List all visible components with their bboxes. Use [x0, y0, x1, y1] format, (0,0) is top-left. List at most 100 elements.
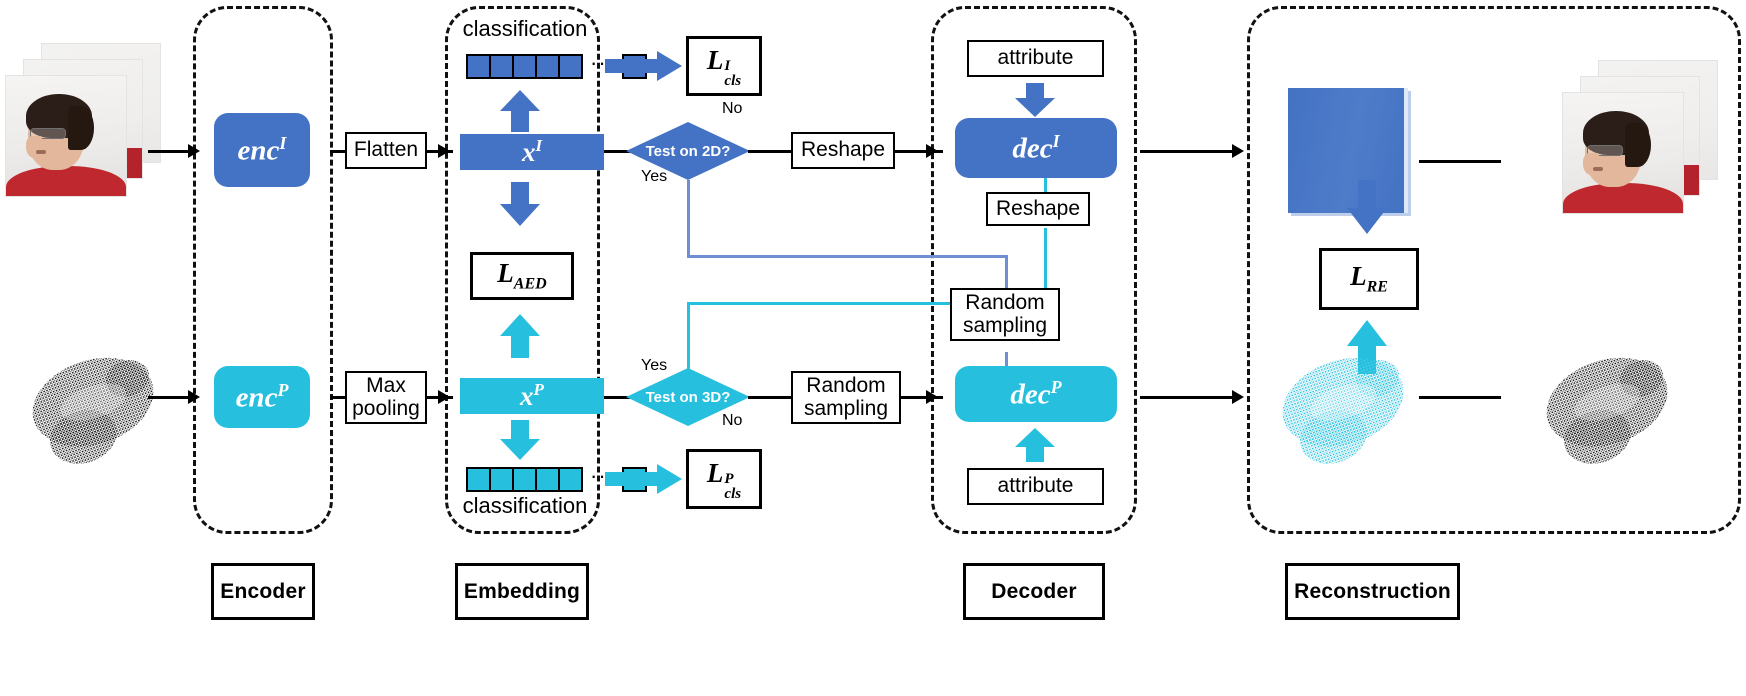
- line-recon-image-to-gt-image: [1419, 160, 1501, 163]
- input-point-cloud-svg: [32, 357, 154, 464]
- loss-cls-image-label: L Icls: [706, 44, 742, 89]
- random-sampling-bottom-line1: Random: [806, 374, 886, 398]
- stage-label-decoder-text: Decoder: [991, 579, 1077, 603]
- ground-truth-face-image: [1560, 60, 1735, 214]
- arrow-decoder-point-to-reconstruction-head: [1232, 390, 1244, 404]
- decision-3d-no-label: No: [722, 412, 743, 429]
- random-sampling-bottom-box: Random sampling: [791, 371, 901, 424]
- classification-cell: [558, 467, 583, 492]
- classification-cell: [512, 54, 537, 79]
- encoder-point-label: encP: [235, 379, 289, 414]
- stage-label-decoder: Decoder: [963, 563, 1105, 620]
- arrow-flatten-to-embedding-head: [438, 144, 450, 158]
- reconstructed-point-cloud: [1264, 340, 1424, 470]
- embedding-image-vector-label: xI: [521, 136, 543, 167]
- embedding-point-vector-label: xP: [520, 380, 544, 411]
- decoder-image-block: decI: [955, 118, 1117, 178]
- reshape-inner-box: Reshape: [986, 192, 1090, 226]
- arrow-image-input-to-encoder-line: [148, 150, 190, 153]
- loss-cls-point-label: L Pcls: [706, 457, 742, 502]
- decoder-point-label: decP: [1010, 376, 1062, 411]
- stage-label-reconstruction: Reconstruction: [1285, 563, 1460, 620]
- decision-test-on-2d-label: Test on 2D?: [645, 142, 731, 160]
- encoder-image-label: encI: [237, 132, 287, 167]
- random-sampling-mid-line1: Random: [965, 291, 1045, 315]
- embedding-image-classification-caption: classification: [462, 16, 588, 41]
- classification-cell: [489, 54, 514, 79]
- classification-cell: [489, 467, 514, 492]
- max-pooling-box: Max pooling: [345, 371, 427, 424]
- attribute-top-box: attribute: [967, 40, 1104, 77]
- line-2d-no-to-reshape: [748, 150, 794, 153]
- route-3d-yes-vertical: [687, 302, 690, 370]
- loss-cls-point-box: L Pcls: [686, 449, 762, 509]
- reshape-inner-label: Reshape: [995, 196, 1081, 220]
- arrow-decoder-image-to-reconstruction-head: [1232, 144, 1244, 158]
- decoder-image-label: decI: [1012, 130, 1060, 165]
- diagram-canvas: Encoder Embedding Decoder Reconstruction: [0, 0, 1746, 696]
- arrow-down-point-embedding-to-classification: [498, 418, 542, 467]
- embedding-point-vector: xP: [460, 378, 604, 414]
- classification-cell: [535, 467, 560, 492]
- attribute-bottom-label: attribute: [997, 474, 1074, 498]
- arrow-image-classification-to-loss: [605, 50, 683, 87]
- classification-cell: [535, 54, 560, 79]
- loss-aed-box: LAED: [470, 252, 574, 300]
- random-sampling-bottom-line2: sampling: [803, 396, 889, 420]
- embedding-point-classification-caption: classification: [462, 493, 588, 518]
- reshape-top-box: Reshape: [791, 132, 895, 169]
- max-pooling-label-line2: pooling: [352, 396, 420, 420]
- attribute-bottom-box: attribute: [967, 468, 1104, 505]
- arrow-reshape-to-decoder-image-head: [926, 144, 938, 158]
- reshape-top-label: Reshape: [800, 138, 886, 162]
- reconstructed-point-cloud-svg: [1282, 357, 1404, 464]
- flatten-label: Flatten: [353, 138, 419, 162]
- arrow-down-image-embedding-to-aed: [498, 180, 542, 233]
- classification-cell: [558, 54, 583, 79]
- stage-label-reconstruction-text: Reconstruction: [1294, 579, 1451, 603]
- face-photo-front: [5, 75, 127, 197]
- arrow-maxpool-to-embedding-head: [438, 390, 450, 404]
- route-2d-yes-horizontal: [687, 255, 1008, 258]
- decoder-point-block: decP: [955, 366, 1117, 422]
- encoder-point-block: encP: [214, 366, 310, 428]
- loss-reconstruction-box: LRE: [1319, 248, 1419, 310]
- attribute-top-label: attribute: [997, 46, 1074, 70]
- arrow-attribute-top-to-decoder-image: [1013, 82, 1057, 123]
- ground-truth-point-cloud: [1528, 340, 1688, 470]
- arrow-point-input-to-encoder-head: [188, 390, 200, 404]
- arrow-to-reconstruction-loss-image: [1345, 178, 1389, 241]
- loss-reconstruction-label: LRE: [1350, 261, 1388, 296]
- group-encoder: [193, 6, 333, 534]
- line-decoder-point-to-reconstruction: [1140, 396, 1240, 399]
- stage-label-embedding-text: Embedding: [463, 579, 581, 603]
- arrow-attribute-bottom-to-decoder-point: [1013, 427, 1057, 468]
- stage-label-encoder: Encoder: [211, 563, 315, 620]
- arrow-point-classification-to-loss: [605, 463, 683, 500]
- arrow-up-image-embedding-to-classification: [498, 88, 542, 137]
- line-recon-pointcloud-to-gt-pointcloud: [1419, 396, 1501, 399]
- embedding-image-vector: xI: [460, 134, 604, 170]
- decision-2d-no-label: No: [722, 100, 743, 117]
- decision-2d-yes-label: Yes: [641, 168, 668, 185]
- decision-test-on-3d-label: Test on 3D?: [645, 388, 731, 406]
- arrow-random-sampling-to-decoder-point-head: [926, 390, 938, 404]
- arrow-point-input-to-encoder-line: [148, 396, 190, 399]
- route-2d-yes-vertical: [687, 180, 690, 257]
- classification-cell: [466, 54, 491, 79]
- arrow-image-input-to-encoder-head: [188, 144, 200, 158]
- classification-cell: [466, 467, 491, 492]
- stage-label-encoder-text: Encoder: [220, 579, 306, 603]
- arrow-up-point-embedding-to-aed: [498, 312, 542, 365]
- encoder-image-block: encI: [214, 113, 310, 187]
- loss-aed-label: LAED: [497, 258, 547, 293]
- random-sampling-mid-line2: sampling: [962, 313, 1048, 337]
- stage-label-embedding: Embedding: [455, 563, 589, 620]
- classification-cell: [512, 467, 537, 492]
- random-sampling-mid-box: Random sampling: [950, 288, 1060, 341]
- input-face-image-stack: [3, 43, 178, 197]
- decision-3d-yes-label: Yes: [641, 357, 668, 374]
- flatten-box: Flatten: [345, 132, 427, 169]
- line-3d-no-to-random-sampling: [748, 396, 794, 399]
- input-point-cloud: [14, 340, 174, 470]
